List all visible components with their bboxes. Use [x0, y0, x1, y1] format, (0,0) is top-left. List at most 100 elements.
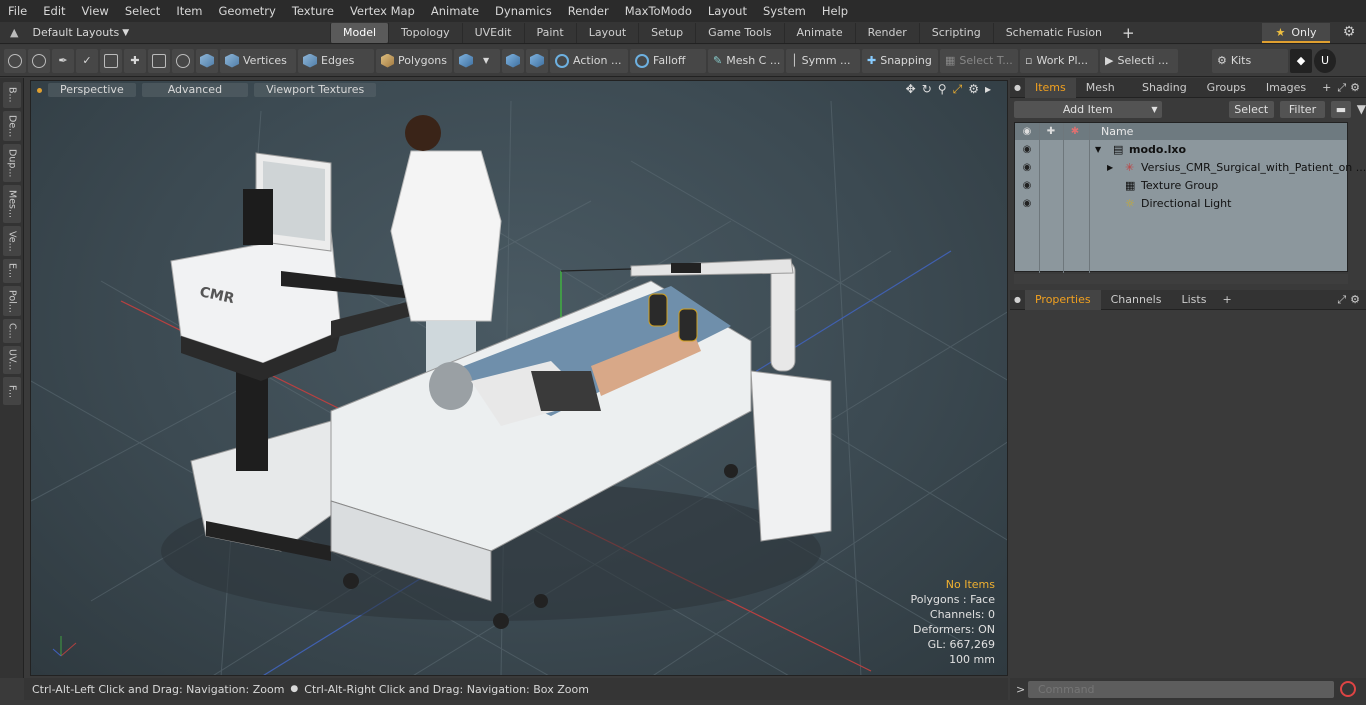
- unity-icon[interactable]: ◆: [1290, 48, 1312, 73]
- add-item-button[interactable]: Add Item ▼: [1014, 100, 1162, 118]
- expand-panel-icon[interactable]: ⤢: [1337, 293, 1350, 307]
- brush-icon[interactable]: ✓: [76, 48, 98, 73]
- advanced-button[interactable]: Advanced: [141, 83, 249, 97]
- pan-icon[interactable]: ✥: [906, 82, 916, 97]
- scale-icon[interactable]: [172, 48, 194, 73]
- tab-groups[interactable]: Groups: [1197, 78, 1256, 98]
- left-tab-vertex[interactable]: Ve...: [3, 226, 21, 256]
- expand-arrow-icon[interactable]: ▶: [1107, 163, 1113, 172]
- falloff-button[interactable]: Falloff: [630, 48, 706, 73]
- gear-icon[interactable]: ⚙: [1338, 24, 1360, 42]
- only-toggle[interactable]: ★ Only: [1262, 23, 1330, 43]
- snapping-button[interactable]: ✚ Snapping: [862, 48, 938, 73]
- tab-channels[interactable]: Channels: [1101, 290, 1172, 310]
- tree-row-directional-light[interactable]: ◉ ☼ Directional Light: [1015, 194, 1347, 212]
- unreal-icon[interactable]: U: [1314, 48, 1336, 73]
- expand-arrow-icon[interactable]: ▼: [1095, 145, 1101, 154]
- tab-layout[interactable]: Layout: [575, 22, 638, 43]
- perspective-button[interactable]: Perspective: [48, 83, 136, 97]
- left-tab-duplicate[interactable]: Dup...: [3, 144, 21, 182]
- expand-panel-icon[interactable]: ⤢: [1337, 81, 1350, 95]
- material-mode-button[interactable]: ▼: [454, 48, 500, 73]
- tree-scrollbar[interactable]: [1014, 274, 1348, 284]
- left-tab-edge[interactable]: E...: [3, 259, 21, 283]
- collapse-icon[interactable]: ▬: [1331, 100, 1351, 118]
- work-plane-button[interactable]: ▫ Work Pl...: [1020, 48, 1098, 73]
- left-tab-polygon[interactable]: Pol...: [3, 286, 21, 316]
- panel-gear-icon[interactable]: ⚙: [1350, 81, 1366, 94]
- tab-scripting[interactable]: Scripting: [918, 22, 993, 43]
- menu-render[interactable]: Render: [560, 0, 617, 22]
- tab-shading[interactable]: Shading: [1132, 78, 1197, 98]
- tab-mesh[interactable]: Mesh ...: [1076, 78, 1132, 114]
- tab-uvedit[interactable]: UVEdit: [461, 22, 524, 43]
- selection-sets-button[interactable]: ▶ Selecti ...: [1100, 48, 1178, 73]
- menu-help[interactable]: Help: [814, 0, 856, 22]
- polygons-button[interactable]: Polygons: [376, 48, 452, 73]
- menu-vertex-map[interactable]: Vertex Map: [342, 0, 423, 22]
- menu-item[interactable]: Item: [168, 0, 210, 22]
- orbit-icon[interactable]: ↻: [922, 82, 932, 97]
- add-panel-tab-icon[interactable]: +: [1216, 293, 1237, 306]
- tree-row-modo-lxo[interactable]: ◉ ▼ ▤ modo.lxo: [1015, 140, 1347, 158]
- eye-icon[interactable]: ◉: [1015, 180, 1039, 191]
- menu-file[interactable]: File: [0, 0, 35, 22]
- symmetry-button[interactable]: │ Symm ...: [786, 48, 860, 73]
- tree-row-mesh[interactable]: ◉ ▶ ✳ Versius_CMR_Surgical_with_Patient_…: [1015, 158, 1366, 176]
- left-tab-fusion[interactable]: F...: [3, 377, 21, 405]
- menu-geometry[interactable]: Geometry: [211, 0, 284, 22]
- menu-system[interactable]: System: [755, 0, 814, 22]
- circle-tool-icon[interactable]: [4, 48, 26, 73]
- add-panel-tab-icon[interactable]: +: [1316, 81, 1337, 94]
- mesh-constraints-button[interactable]: ✎ Mesh C ...: [708, 48, 784, 73]
- viewport-textures-button[interactable]: Viewport Textures: [254, 83, 377, 97]
- left-tab-basic[interactable]: B...: [3, 82, 21, 108]
- edges-button[interactable]: Edges: [298, 48, 374, 73]
- symmetry-mode-icon[interactable]: [502, 48, 524, 73]
- panel-gear-icon[interactable]: ⚙: [1350, 293, 1366, 306]
- tab-paint[interactable]: Paint: [523, 22, 576, 43]
- menu-layout[interactable]: Layout: [700, 0, 755, 22]
- tab-setup[interactable]: Setup: [638, 22, 695, 43]
- select-button[interactable]: Select: [1228, 100, 1274, 118]
- action-center-button[interactable]: Action ...: [550, 48, 628, 73]
- left-tab-mesh-edit[interactable]: Mes...: [3, 185, 21, 223]
- 3d-viewport[interactable]: CMR Perspective Advanced Viewport Textur…: [30, 80, 1008, 676]
- tab-animate[interactable]: Animate: [783, 22, 855, 43]
- menu-animate[interactable]: Animate: [423, 0, 487, 22]
- menu-edit[interactable]: Edit: [35, 0, 73, 22]
- zoom-icon[interactable]: ⚲: [938, 82, 947, 97]
- vertices-button[interactable]: Vertices: [220, 48, 296, 73]
- move-icon[interactable]: ✚: [124, 48, 146, 73]
- maximize-icon[interactable]: ⤢: [953, 82, 963, 97]
- eye-icon[interactable]: ◉: [1015, 144, 1039, 155]
- menu-view[interactable]: View: [74, 0, 117, 22]
- tab-game-tools[interactable]: Game Tools: [695, 22, 783, 43]
- command-input[interactable]: [1028, 680, 1334, 698]
- viewport-gear-icon[interactable]: ⚙: [968, 82, 979, 97]
- tab-properties[interactable]: Properties: [1024, 289, 1101, 310]
- pen-icon[interactable]: ✒: [52, 48, 74, 73]
- tab-schematic-fusion[interactable]: Schematic Fusion: [992, 22, 1114, 43]
- filter-button[interactable]: Filter: [1279, 100, 1326, 118]
- select-through-button[interactable]: ▦ Select T...: [940, 48, 1018, 73]
- tab-model[interactable]: Model: [330, 22, 389, 43]
- default-layouts-dropdown[interactable]: ▲ Default Layouts ▼: [0, 26, 330, 39]
- item-mode-icon[interactable]: [196, 48, 218, 73]
- globe-icon[interactable]: [28, 48, 50, 73]
- record-macro-icon[interactable]: [1340, 681, 1356, 697]
- sym-mode-icon[interactable]: [526, 48, 548, 73]
- rotate-icon[interactable]: [148, 48, 170, 73]
- menu-maxtomodo[interactable]: MaxToModo: [617, 0, 700, 22]
- menu-dynamics[interactable]: Dynamics: [487, 0, 560, 22]
- eye-icon[interactable]: ◉: [1015, 198, 1039, 209]
- add-tab-icon[interactable]: +: [1114, 24, 1143, 42]
- left-tab-deform[interactable]: De...: [3, 111, 21, 141]
- kits-button[interactable]: ⚙ Kits: [1212, 48, 1288, 73]
- tab-lists[interactable]: Lists: [1171, 290, 1216, 310]
- tab-render[interactable]: Render: [854, 22, 919, 43]
- tab-items[interactable]: Items: [1024, 77, 1076, 98]
- left-tab-uv[interactable]: UV...: [3, 346, 21, 374]
- viewport-menu-arrow-icon[interactable]: ▸: [985, 82, 991, 97]
- menu-select[interactable]: Select: [117, 0, 168, 22]
